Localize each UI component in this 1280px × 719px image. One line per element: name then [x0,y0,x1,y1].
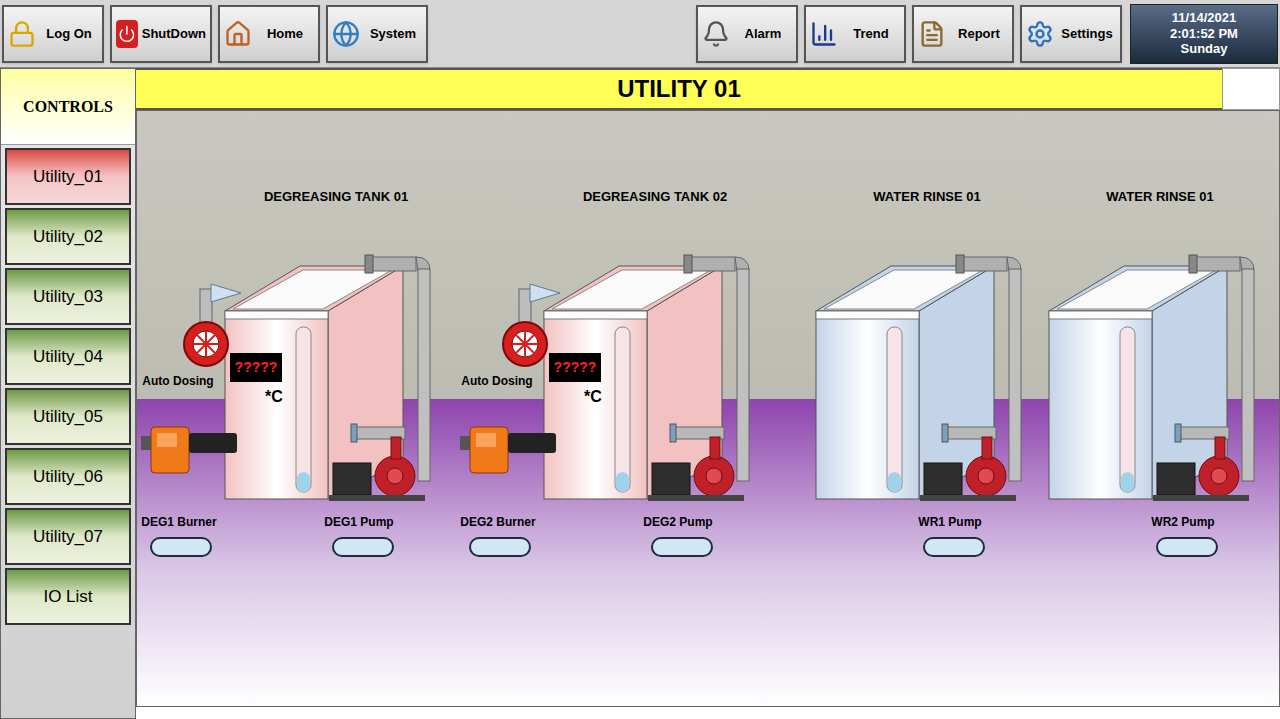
burner-label: DEG2 Burner [460,513,535,531]
tank-icon [137,181,457,561]
chart-icon [810,20,838,48]
report-icon [918,20,946,48]
pump-status[interactable] [651,537,713,557]
sidebar-item[interactable]: Utility_02 [5,208,131,265]
toolbar-button[interactable]: Settings [1020,5,1122,63]
temperature-unit: *C [265,385,283,409]
tank-icon [961,181,1280,561]
tank-group: DEGREASING TANK 01 Auto Dosing????? *C DEG1… [137,181,457,561]
gear-icon [1026,20,1054,48]
dosing-label: Auto Dosing [142,372,213,390]
sidebar-item[interactable]: Utility_06 [5,448,131,505]
hmi-screen: Log OnShutDownHomeSystem AlarmTrendReport… [0,0,1280,719]
toolbar-button[interactable]: System [326,5,428,63]
burner-status[interactable] [150,537,212,557]
clock-date: 11/14/2021 [1172,10,1236,26]
page-title: UTILITY 01 [136,68,1222,110]
toolbar-button[interactable]: Report [912,5,1014,63]
pump-status[interactable] [332,537,394,557]
tank-title: WATER RINSE 01 [873,187,980,207]
burner-status[interactable] [469,537,531,557]
pump-label: WR1 Pump [918,513,981,531]
sidebar-item[interactable]: Utility_03 [5,268,131,325]
pump-status[interactable] [1156,537,1218,557]
sidebar-item[interactable]: Utility_05 [5,388,131,445]
home-icon [224,20,252,48]
tank-title: DEGREASING TANK 02 [583,187,727,207]
pump-status[interactable] [923,537,985,557]
sidebar-item[interactable]: Utility_04 [5,328,131,385]
tank-icon [728,181,1048,561]
sidebar: CONTROLSUtility_01Utility_02Utility_03Ut… [0,68,136,719]
temperature-display: ????? [230,353,282,382]
tank-icon [456,181,776,561]
globe-icon [332,20,360,48]
lock-icon [8,20,36,48]
sidebar-item[interactable]: Utility_07 [5,508,131,565]
clock-day: Sunday [1181,41,1228,57]
sidebar-item[interactable]: Utility_01 [5,148,131,205]
sidebar-title: CONTROLS [1,69,135,145]
dosing-label: Auto Dosing [461,372,532,390]
clock-time: 2:01:52 PM [1170,26,1238,42]
tank-group: WATER RINSE 01 WR1 Pump [728,181,1048,561]
power-icon [116,20,138,48]
tank-group: WATER RINSE 01 WR2 Pump [961,181,1280,561]
burner-label: DEG1 Burner [141,513,216,531]
toolbar-button[interactable]: Alarm [696,5,798,63]
toolbar-button[interactable]: Home [218,5,320,63]
toolbar-button[interactable]: ShutDown [110,5,212,63]
clock: 11/14/20212:01:52 PMSunday [1130,4,1278,64]
tank-title: WATER RINSE 01 [1106,187,1213,207]
pump-label: DEG2 Pump [643,513,712,531]
toolbar-button[interactable]: Trend [804,5,906,63]
bell-icon [702,20,730,48]
process-canvas: DEGREASING TANK 01 Auto Dosing????? *C DEG1… [136,110,1280,707]
tank-title: DEGREASING TANK 01 [264,187,408,207]
top-bar: Log OnShutDownHomeSystem AlarmTrendReport… [0,0,1280,68]
sidebar-item[interactable]: IO List [5,568,131,625]
pump-label: DEG1 Pump [324,513,393,531]
temperature-unit: *C [584,385,602,409]
tank-group: DEGREASING TANK 02 Auto Dosing????? *C DEG2… [456,181,776,561]
toolbar-button[interactable]: Log On [2,5,104,63]
pump-label: WR2 Pump [1151,513,1214,531]
temperature-display: ????? [549,353,601,382]
